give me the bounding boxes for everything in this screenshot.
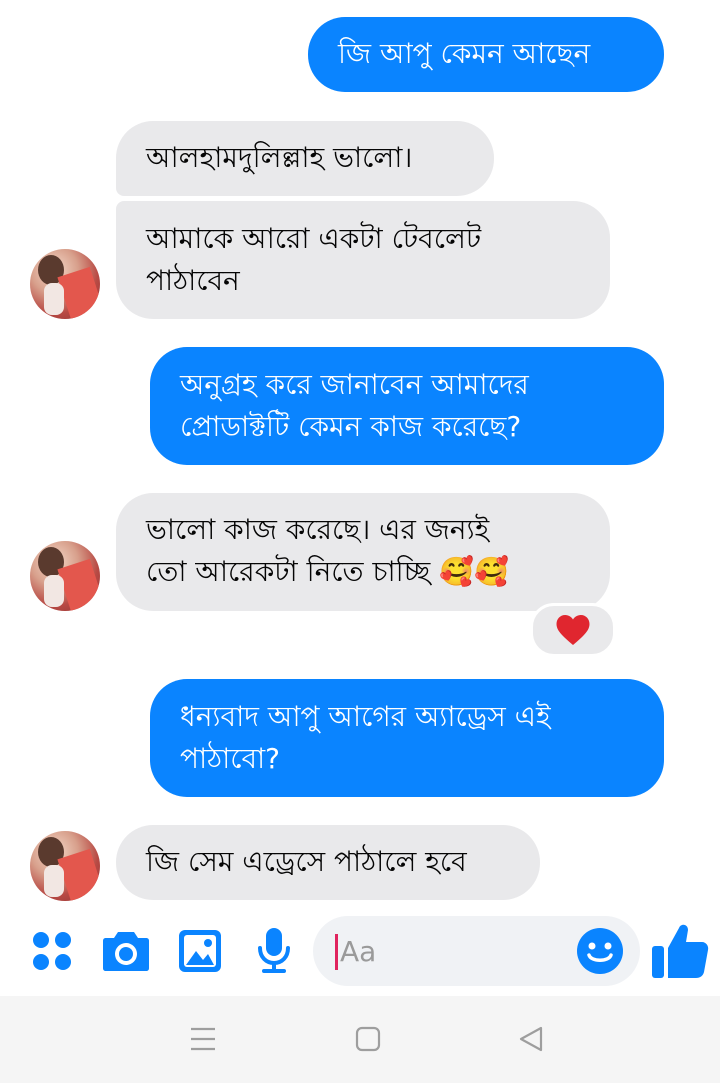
message-bubble-incoming[interactable]: আমাকে আরো একটা টেবলেট পাঠাবেন [116,201,610,319]
message-bubble-incoming[interactable]: জি সেম এড্রেসে পাঠালে হবে [116,825,540,900]
recent-apps-icon[interactable] [189,1025,217,1057]
message-bubble-outgoing[interactable]: জি আপু কেমন আছেন [308,17,664,92]
message-bubble-incoming[interactable]: ভালো কাজ করেছে। এর জন্যই তো আরেকটা নিতে … [116,493,610,611]
message-bubble-outgoing[interactable]: অনুগ্রহ করে জানাবেন আমাদের প্রোডাক্টটি ক… [150,347,664,465]
back-icon[interactable] [518,1026,544,1056]
message-bubble-incoming[interactable]: আলহামদুলিল্লাহ ভালো। [116,121,494,196]
microphone-icon[interactable] [256,926,292,978]
contact-avatar[interactable] [30,831,100,901]
contact-avatar[interactable] [30,541,100,611]
camera-icon[interactable] [102,928,150,976]
gallery-icon[interactable] [178,929,222,977]
text-cursor [335,934,338,970]
contact-avatar[interactable] [30,249,100,319]
emoji-icon[interactable] [576,927,624,979]
menu-dots-icon[interactable] [31,930,73,976]
message-input-placeholder: Aa [340,935,377,968]
message-bubble-outgoing[interactable]: ধন্যবাদ আপু আগের অ্যাড্রেস এই পাঠাবো? [150,679,664,797]
heart-icon [556,615,590,645]
heart-reaction[interactable] [530,603,616,657]
home-icon[interactable] [355,1026,381,1056]
thumbs-up-icon[interactable] [651,920,709,984]
